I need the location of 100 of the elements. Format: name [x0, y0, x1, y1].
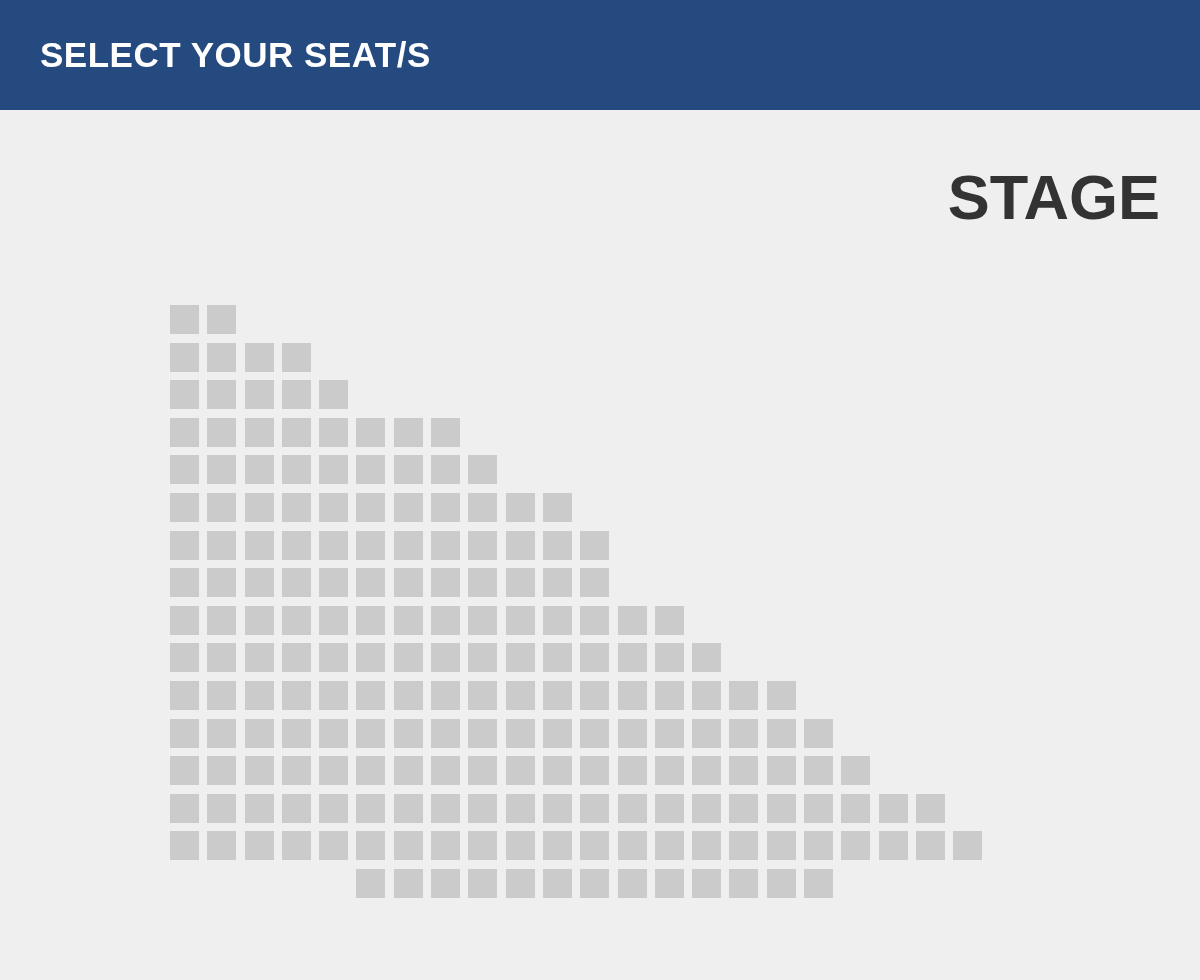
seat[interactable] [281, 417, 311, 447]
seat[interactable] [692, 756, 722, 786]
seat[interactable] [542, 605, 572, 635]
seat[interactable] [393, 756, 423, 786]
seat[interactable] [319, 793, 349, 823]
seat[interactable] [580, 756, 610, 786]
seat[interactable] [170, 417, 199, 447]
seat[interactable] [281, 568, 311, 598]
seat[interactable] [580, 831, 610, 861]
seat[interactable] [170, 455, 199, 485]
seat[interactable] [468, 793, 498, 823]
seat[interactable] [356, 680, 386, 710]
seat[interactable] [244, 492, 274, 522]
seat[interactable] [766, 868, 796, 898]
seat[interactable] [654, 756, 684, 786]
seat[interactable] [393, 417, 423, 447]
seat[interactable] [207, 756, 237, 786]
seat[interactable] [617, 831, 647, 861]
seat[interactable] [207, 680, 237, 710]
seat[interactable] [617, 680, 647, 710]
seat[interactable] [356, 868, 386, 898]
seat[interactable] [505, 756, 535, 786]
seat[interactable] [804, 793, 834, 823]
seat[interactable] [356, 455, 386, 485]
seat[interactable] [692, 831, 722, 861]
seat[interactable] [542, 868, 572, 898]
seat[interactable] [356, 718, 386, 748]
seat[interactable] [804, 756, 834, 786]
seat[interactable] [915, 793, 945, 823]
seat[interactable] [207, 305, 237, 334]
seat[interactable] [244, 342, 274, 372]
seat[interactable] [542, 492, 572, 522]
seat[interactable] [505, 718, 535, 748]
seat[interactable] [617, 643, 647, 673]
seat[interactable] [617, 793, 647, 823]
seat[interactable] [692, 643, 722, 673]
seat[interactable] [431, 643, 461, 673]
seat[interactable] [281, 455, 311, 485]
seat[interactable] [692, 680, 722, 710]
seat[interactable] [542, 718, 572, 748]
seat[interactable] [319, 417, 349, 447]
seat[interactable] [281, 530, 311, 560]
seat[interactable] [207, 417, 237, 447]
seat[interactable] [542, 680, 572, 710]
seat[interactable] [766, 831, 796, 861]
seat[interactable] [281, 718, 311, 748]
seat[interactable] [281, 756, 311, 786]
seat[interactable] [170, 831, 199, 861]
seat[interactable] [766, 793, 796, 823]
seat[interactable] [244, 568, 274, 598]
seat[interactable] [281, 492, 311, 522]
seat[interactable] [580, 793, 610, 823]
seat[interactable] [580, 868, 610, 898]
seat[interactable] [207, 492, 237, 522]
seat[interactable] [468, 455, 498, 485]
seat[interactable] [468, 492, 498, 522]
seat[interactable] [393, 718, 423, 748]
seat[interactable] [617, 756, 647, 786]
seat[interactable] [617, 868, 647, 898]
seat[interactable] [505, 793, 535, 823]
seat[interactable] [170, 793, 199, 823]
seat[interactable] [431, 492, 461, 522]
seat[interactable] [356, 756, 386, 786]
seat[interactable] [729, 718, 759, 748]
seat[interactable] [580, 605, 610, 635]
seat[interactable] [804, 868, 834, 898]
seat[interactable] [654, 868, 684, 898]
seat[interactable] [766, 756, 796, 786]
seat[interactable] [244, 417, 274, 447]
seat[interactable] [170, 643, 199, 673]
seat[interactable] [841, 831, 871, 861]
seat[interactable] [356, 417, 386, 447]
seat[interactable] [580, 718, 610, 748]
seat[interactable] [170, 756, 199, 786]
seat[interactable] [393, 492, 423, 522]
seat[interactable] [654, 605, 684, 635]
seat[interactable] [468, 718, 498, 748]
seat[interactable] [505, 530, 535, 560]
seat[interactable] [468, 530, 498, 560]
seat[interactable] [207, 718, 237, 748]
seat[interactable] [244, 718, 274, 748]
seat[interactable] [431, 868, 461, 898]
seat[interactable] [244, 756, 274, 786]
seat[interactable] [654, 793, 684, 823]
seat[interactable] [170, 305, 199, 334]
seat[interactable] [729, 756, 759, 786]
seat[interactable] [915, 831, 945, 861]
seat[interactable] [542, 831, 572, 861]
seat[interactable] [207, 455, 237, 485]
seat[interactable] [319, 756, 349, 786]
seat[interactable] [692, 718, 722, 748]
seat[interactable] [766, 680, 796, 710]
seat[interactable] [319, 530, 349, 560]
seat[interactable] [319, 455, 349, 485]
seat[interactable] [281, 793, 311, 823]
seat[interactable] [878, 831, 908, 861]
seat[interactable] [244, 530, 274, 560]
seat[interactable] [953, 831, 983, 861]
seat[interactable] [356, 530, 386, 560]
seat[interactable] [393, 868, 423, 898]
